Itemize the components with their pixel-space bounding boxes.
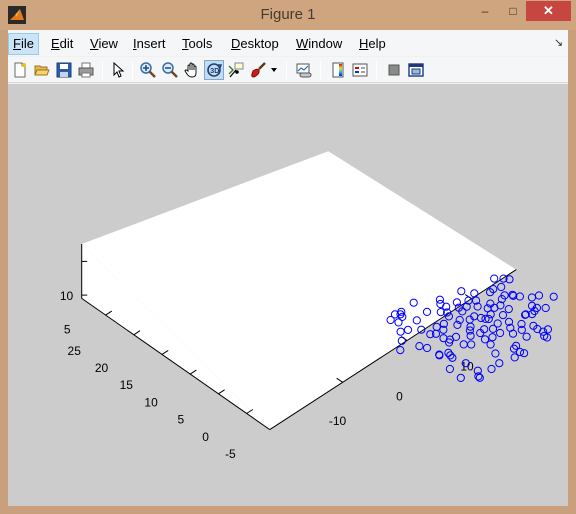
scatter-point bbox=[456, 373, 465, 382]
window-client: File Edit View Insert Tools Desktop Wind… bbox=[8, 30, 568, 506]
menu-help[interactable]: Help bbox=[355, 33, 390, 55]
edit-plot-icon[interactable] bbox=[108, 60, 128, 80]
x-tick-label: 0 bbox=[396, 390, 403, 404]
scatter-point bbox=[515, 292, 524, 301]
scatter-point bbox=[527, 293, 537, 302]
menu-insert[interactable]: Insert bbox=[129, 33, 170, 55]
toolbar-separator bbox=[320, 61, 321, 79]
svg-text:3D: 3D bbox=[210, 68, 219, 75]
print-icon[interactable] bbox=[76, 60, 96, 80]
z-tick-label: 5 bbox=[64, 322, 71, 336]
scatter-point bbox=[495, 359, 504, 368]
brush-dropdown-icon[interactable] bbox=[268, 60, 280, 80]
y-tick-label: -5 bbox=[225, 447, 236, 461]
figure-window: Figure 1 – □ ✕ File Edit View Insert Too… bbox=[0, 0, 576, 514]
scatter-point bbox=[475, 373, 484, 382]
menu-tools[interactable]: Tools bbox=[178, 33, 216, 55]
figure-canvas[interactable]: -10 0 10 -5 0 5 10 15 20 25 5 10 bbox=[8, 84, 568, 506]
scatter-point bbox=[423, 343, 432, 353]
y-tick-label: 20 bbox=[95, 361, 109, 375]
scatter-point bbox=[488, 324, 498, 333]
scatter-point bbox=[432, 322, 441, 331]
menu-desktop[interactable]: Desktop bbox=[227, 33, 283, 55]
brush-icon[interactable] bbox=[248, 60, 268, 80]
toolbar-separator bbox=[132, 61, 133, 79]
toolbar-separator bbox=[376, 61, 377, 79]
y-tick-label: 25 bbox=[68, 344, 82, 358]
scatter-point bbox=[491, 349, 500, 358]
menu-window[interactable]: Window bbox=[292, 33, 346, 55]
menu-view[interactable]: View bbox=[86, 33, 122, 55]
rotate-3d-icon[interactable]: 3D bbox=[204, 60, 224, 80]
figure-toolbar: 3D bbox=[8, 57, 568, 83]
scatter-point bbox=[487, 364, 496, 374]
menu-bar: File Edit View Insert Tools Desktop Wind… bbox=[8, 30, 568, 56]
dock-figure-icon[interactable]: ↘ bbox=[554, 36, 563, 49]
minimize-button[interactable]: – bbox=[471, 1, 499, 21]
scatter-point bbox=[445, 364, 454, 374]
menu-edit[interactable]: Edit bbox=[47, 33, 77, 55]
scatter-point bbox=[497, 282, 506, 292]
axes-3d[interactable]: -10 0 10 -5 0 5 10 15 20 25 5 10 bbox=[8, 84, 568, 506]
scatter-point bbox=[486, 340, 495, 349]
new-figure-icon[interactable] bbox=[10, 60, 30, 80]
toolbar-separator bbox=[102, 61, 103, 79]
open-file-icon[interactable] bbox=[32, 60, 52, 80]
zoom-out-icon[interactable] bbox=[160, 60, 180, 80]
close-button[interactable]: ✕ bbox=[526, 1, 571, 21]
scatter-point bbox=[488, 333, 497, 342]
hide-plot-tools-icon[interactable] bbox=[384, 60, 404, 80]
legend-icon[interactable] bbox=[350, 60, 370, 80]
link-plot-icon[interactable] bbox=[294, 60, 314, 80]
x-tick-label: -10 bbox=[329, 414, 347, 428]
scatter-point bbox=[522, 332, 531, 341]
save-icon[interactable] bbox=[54, 60, 74, 80]
title-bar[interactable]: Figure 1 – □ ✕ bbox=[0, 0, 576, 30]
scatter-point bbox=[496, 328, 505, 338]
scatter-point bbox=[466, 331, 475, 340]
scatter-point bbox=[504, 305, 513, 314]
toolbar-separator bbox=[286, 61, 287, 79]
z-tick-label: 10 bbox=[60, 289, 74, 303]
scatter-point bbox=[396, 346, 405, 355]
pan-icon[interactable] bbox=[182, 60, 202, 80]
scatter-point bbox=[415, 342, 424, 351]
z-tick-labels: 5 10 bbox=[60, 289, 74, 336]
scatter-point bbox=[490, 303, 499, 312]
scatter-point bbox=[549, 292, 558, 301]
scatter-point bbox=[534, 291, 544, 300]
scatter-point bbox=[467, 340, 476, 349]
y-tick-label: 10 bbox=[144, 395, 158, 409]
scatter-point bbox=[459, 340, 468, 349]
y-tick-label: 15 bbox=[120, 378, 134, 392]
scatter-point bbox=[498, 311, 508, 320]
menu-file[interactable]: File bbox=[8, 33, 39, 55]
y-tick-label: 5 bbox=[177, 413, 184, 427]
scatter-point bbox=[541, 303, 550, 313]
y-tick-label: 0 bbox=[202, 430, 209, 444]
axes-plane bbox=[81, 151, 517, 430]
show-plot-tools-icon[interactable] bbox=[406, 60, 426, 80]
colorbar-icon[interactable] bbox=[328, 60, 348, 80]
maximize-button[interactable]: □ bbox=[500, 1, 526, 21]
zoom-in-icon[interactable] bbox=[138, 60, 158, 80]
data-cursor-icon[interactable] bbox=[226, 60, 246, 80]
